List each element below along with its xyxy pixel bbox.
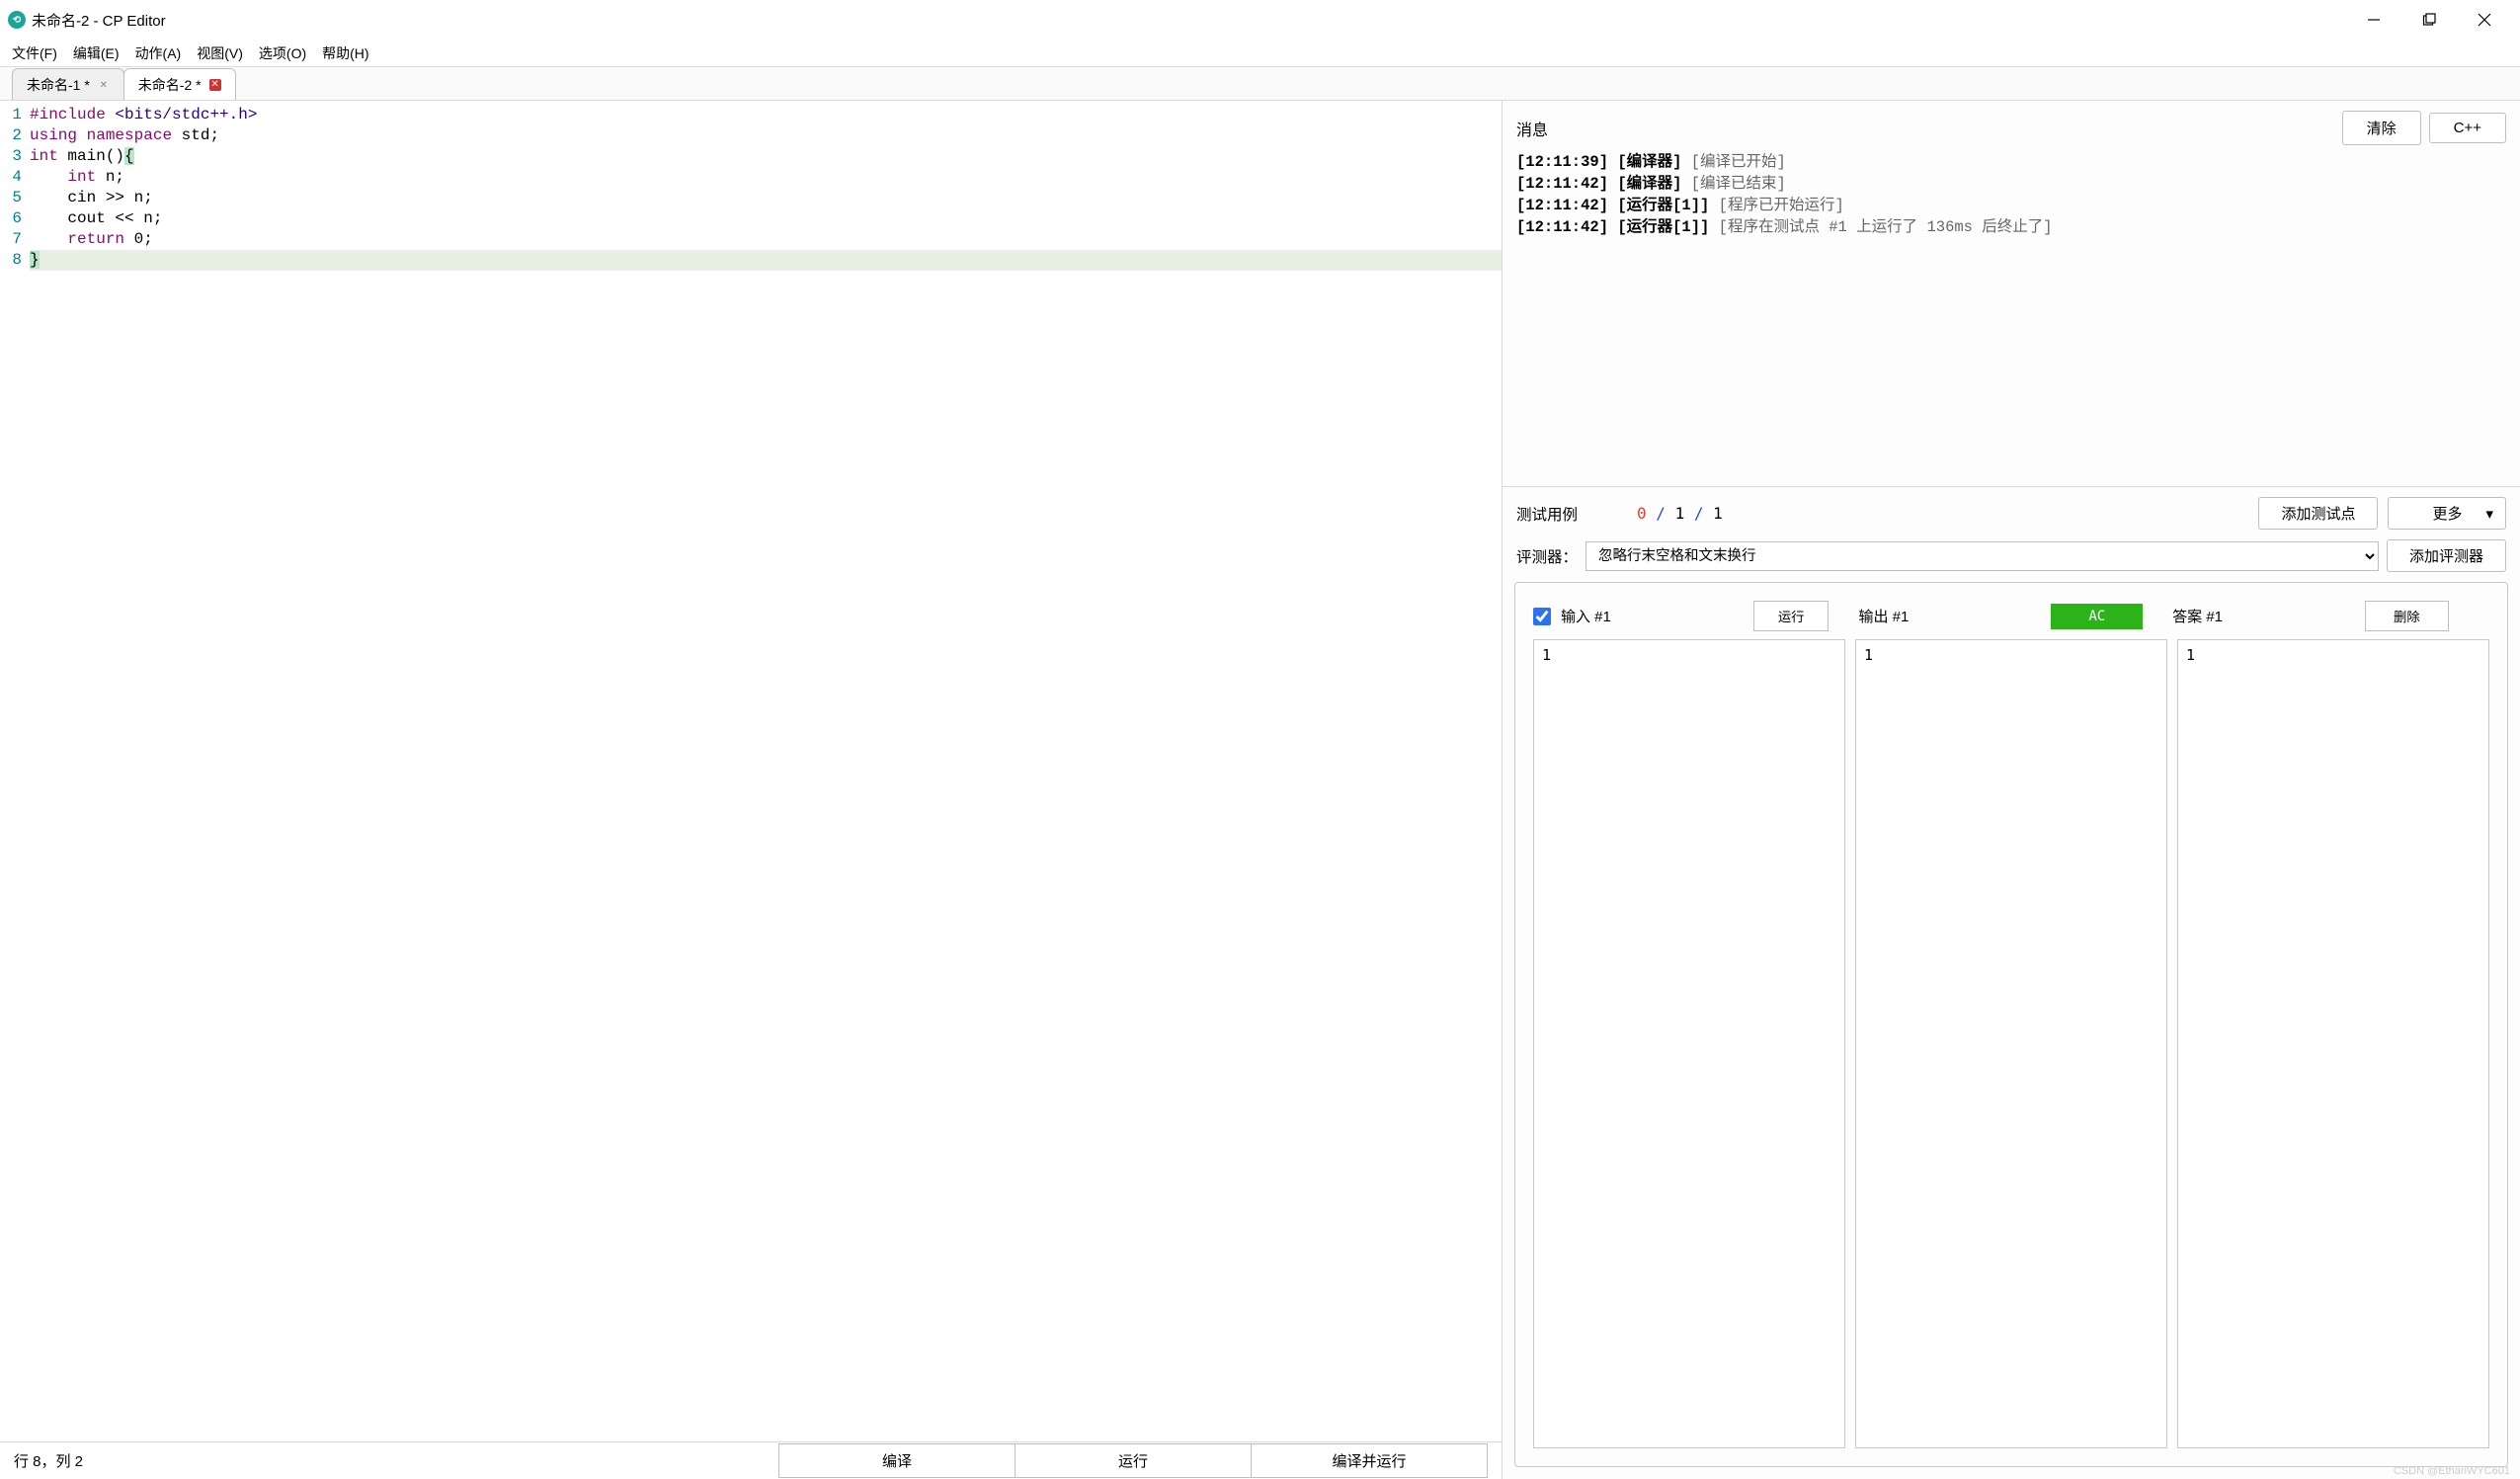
menu-action[interactable]: 动作(A) — [127, 41, 190, 66]
menu-view[interactable]: 视图(V) — [189, 41, 251, 66]
menu-help[interactable]: 帮助(H) — [314, 41, 376, 66]
chevron-down-icon: ▾ — [2485, 505, 2493, 523]
tab-1[interactable]: 未命名-1 * ✕ — [12, 68, 124, 100]
language-button[interactable]: C++ — [2429, 113, 2506, 143]
title-bar: ⟲ 未命名-2 - CP Editor — [0, 0, 2520, 40]
menu-options[interactable]: 选项(O) — [251, 41, 314, 66]
testcase-header: 输入 #1 运行 输出 #1 AC 答案 #1 删除 — [1533, 601, 2489, 631]
side-panel: 消息 清除 C++ [12:11:39] [编译器] [编译已开始][12:11… — [1503, 101, 2520, 1479]
close-tab-icon[interactable]: ✕ — [209, 79, 221, 91]
add-checker-button[interactable]: 添加评测器 — [2387, 539, 2506, 572]
close-tab-icon[interactable]: ✕ — [98, 79, 110, 91]
testcase-label: 测试用例 — [1516, 503, 1578, 525]
testcase-panel: 输入 #1 运行 输出 #1 AC 答案 #1 删除 1 1 1 — [1514, 582, 2508, 1467]
add-testcase-button[interactable]: 添加测试点 — [2258, 497, 2378, 530]
messages-title: 消息 — [1516, 117, 1548, 140]
tab-2[interactable]: 未命名-2 * ✕ — [123, 68, 236, 100]
testcase-counts: 0 / 1 / 1 — [1637, 504, 1723, 523]
answer-label: 答案 #1 — [2172, 606, 2223, 626]
close-button[interactable] — [2457, 0, 2512, 40]
input-label: 输入 #1 — [1561, 606, 1611, 626]
menu-file[interactable]: 文件(F) — [4, 41, 65, 66]
menu-bar: 文件(F) 编辑(E) 动作(A) 视图(V) 选项(O) 帮助(H) — [0, 40, 2520, 67]
verdict-badge: AC — [2051, 604, 2143, 629]
messages-header: 消息 清除 C++ — [1503, 101, 2520, 151]
status-bar: 行 8，列 2 编译 运行 编译并运行 — [0, 1441, 1502, 1479]
editor-pane: 1#include <bits/stdc++.h>2using namespac… — [0, 101, 1503, 1479]
delete-testcase-button[interactable]: 删除 — [2365, 601, 2449, 631]
checker-row: 评测器： 忽略行末空格和文末换行 添加评测器 — [1503, 539, 2520, 582]
output-textarea[interactable]: 1 — [1855, 639, 2167, 1448]
checker-select[interactable]: 忽略行末空格和文末换行 — [1585, 541, 2379, 571]
clear-messages-button[interactable]: 清除 — [2342, 111, 2421, 145]
menu-edit[interactable]: 编辑(E) — [65, 41, 127, 66]
tab-label: 未命名-2 * — [138, 75, 202, 95]
testcase-toolbar: 测试用例 0 / 1 / 1 添加测试点 更多▾ — [1503, 487, 2520, 539]
checker-label: 评测器： — [1516, 545, 1578, 567]
output-label: 输出 #1 — [1858, 606, 1909, 626]
run-button[interactable]: 运行 — [1015, 1443, 1252, 1478]
answer-textarea[interactable]: 1 — [2177, 639, 2489, 1448]
compile-button[interactable]: 编译 — [778, 1443, 1016, 1478]
cursor-position: 行 8，列 2 — [14, 1450, 83, 1471]
more-button[interactable]: 更多▾ — [2388, 497, 2506, 530]
input-textarea[interactable]: 1 — [1533, 639, 1845, 1448]
testcase-checkbox[interactable] — [1533, 608, 1551, 625]
messages-log[interactable]: [12:11:39] [编译器] [编译已开始][12:11:42] [编译器]… — [1503, 151, 2520, 487]
app-icon: ⟲ — [8, 11, 26, 29]
tab-bar: 未命名-1 * ✕ 未命名-2 * ✕ — [0, 67, 2520, 101]
compile-run-button[interactable]: 编译并运行 — [1251, 1443, 1488, 1478]
code-editor[interactable]: 1#include <bits/stdc++.h>2using namespac… — [0, 101, 1502, 1441]
minimize-button[interactable] — [2346, 0, 2401, 40]
maximize-button[interactable] — [2401, 0, 2457, 40]
tab-label: 未命名-1 * — [27, 75, 90, 95]
watermark: CSDN @EthanWYC601 — [2394, 1465, 2510, 1477]
window-title: 未命名-2 - CP Editor — [32, 10, 166, 31]
run-testcase-button[interactable]: 运行 — [1753, 601, 1829, 631]
